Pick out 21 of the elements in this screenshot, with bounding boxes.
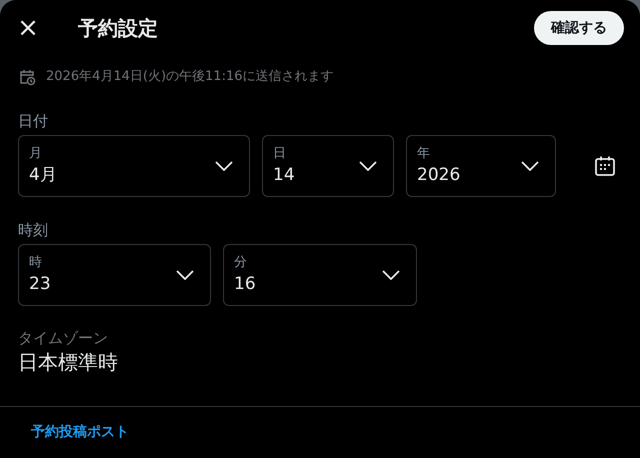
confirm-button[interactable]: 確認する (534, 11, 624, 45)
timezone-value: 日本標準時 (17, 349, 119, 376)
schedule-info-text: 2026年4月14日(火)の午後11:16に送信されます (46, 68, 334, 86)
dropdown-select[interactable]: 日 14 (262, 135, 394, 197)
close-button[interactable]: × (16, 15, 40, 41)
dropdown-select[interactable]: 分 16 (223, 244, 417, 306)
chevron-down-icon (382, 270, 400, 280)
dropdown-select[interactable]: 時 23 (18, 244, 211, 306)
dialog-title: 予約設定 (78, 15, 158, 42)
scheduled-posts-link[interactable]: 予約投稿ポスト (31, 422, 129, 443)
dropdown-select[interactable]: 年 2026 (406, 135, 556, 197)
chevron-down-icon (176, 270, 194, 280)
calendar-clock-icon (18, 68, 36, 86)
dropdown-select[interactable]: 月 4月 (18, 135, 250, 197)
calendar-icon[interactable] (594, 155, 616, 177)
section-label: 日付 (17, 111, 49, 132)
chevron-down-icon (359, 161, 377, 171)
chevron-down-icon (521, 161, 539, 171)
chevron-down-icon (215, 161, 233, 171)
timezone-label: タイムゾーン (17, 328, 109, 348)
section-label: 時刻 (17, 220, 49, 241)
